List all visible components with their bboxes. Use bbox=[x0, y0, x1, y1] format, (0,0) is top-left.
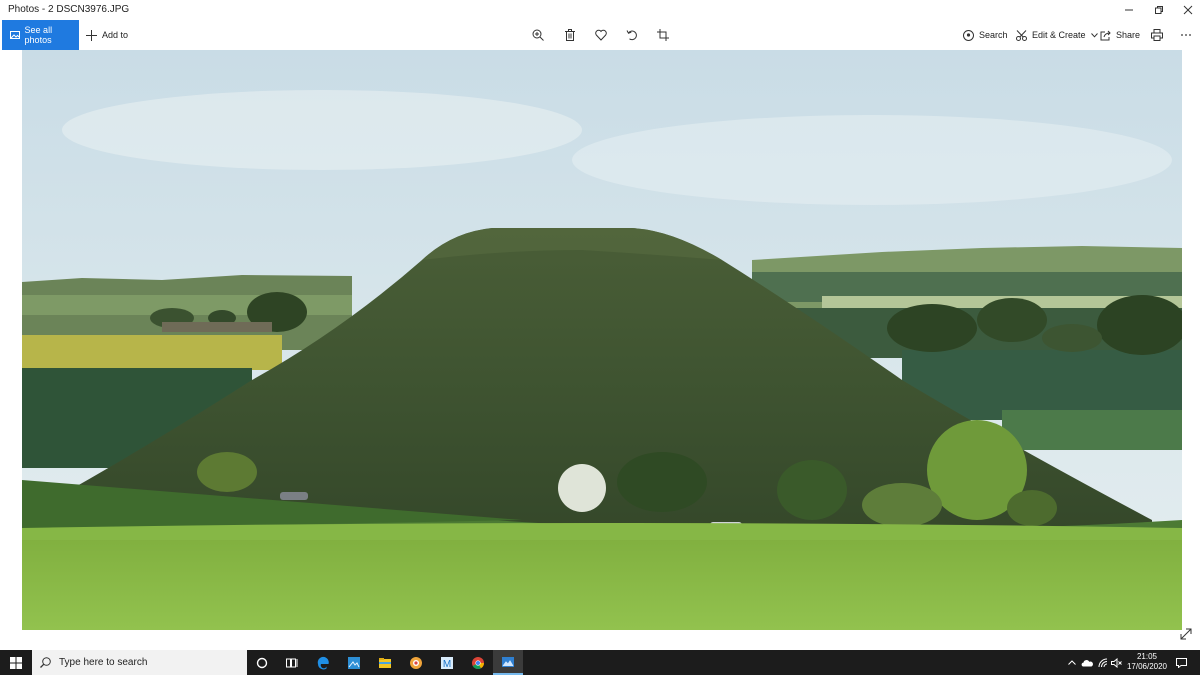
svg-text:M: M bbox=[443, 659, 451, 670]
photos-icon bbox=[10, 31, 20, 39]
mail-app[interactable]: M bbox=[432, 650, 462, 675]
restore-icon bbox=[1155, 6, 1163, 14]
search-placeholder: Type here to search bbox=[59, 657, 148, 668]
clock-time: 21:05 bbox=[1136, 652, 1158, 661]
title-bar: Photos - 2 DSCN3976.JPG bbox=[0, 0, 1200, 20]
cloud-icon bbox=[1081, 659, 1093, 666]
expand-icon bbox=[1180, 628, 1192, 640]
clock-date: 17/06/2020 bbox=[1126, 662, 1168, 671]
notification-icon bbox=[1175, 657, 1187, 668]
search-button[interactable]: Search bbox=[963, 20, 1008, 50]
taskbar-app[interactable] bbox=[401, 650, 431, 675]
start-button[interactable] bbox=[0, 650, 32, 675]
photos-viewer-icon bbox=[502, 656, 514, 667]
edit-create-label: Edit & Create bbox=[1032, 30, 1086, 40]
taskbar-search[interactable]: Type here to search bbox=[32, 650, 247, 675]
see-all-photos-button[interactable]: See all photos bbox=[2, 20, 79, 50]
delete-button[interactable] bbox=[562, 27, 578, 43]
chrome-icon bbox=[472, 656, 484, 669]
photos-app-icon bbox=[348, 656, 360, 669]
restore-button[interactable] bbox=[1144, 0, 1174, 20]
edge-app[interactable] bbox=[308, 650, 338, 675]
landscape-photo bbox=[22, 50, 1182, 630]
rotate-button[interactable] bbox=[624, 27, 640, 43]
search-icon bbox=[40, 657, 51, 668]
taskbar: Type here to search M 21:05 17/06/2020 bbox=[0, 650, 1200, 675]
favorite-button[interactable] bbox=[593, 27, 609, 43]
search-people-icon bbox=[963, 29, 974, 41]
crop-icon bbox=[657, 29, 669, 41]
file-explorer-app[interactable] bbox=[370, 650, 400, 675]
cortana-button[interactable] bbox=[247, 650, 277, 675]
more-dots-icon bbox=[1181, 34, 1191, 36]
crop-button[interactable] bbox=[655, 27, 671, 43]
wifi-icon bbox=[1098, 658, 1108, 667]
add-to-label: Add to bbox=[102, 30, 129, 40]
add-to-button[interactable]: Add to bbox=[86, 20, 128, 50]
minimize-icon bbox=[1125, 9, 1133, 11]
show-hidden-icons-button[interactable] bbox=[1066, 650, 1078, 675]
plus-icon bbox=[86, 29, 97, 41]
rotate-icon bbox=[626, 30, 637, 41]
onedrive-button[interactable] bbox=[1080, 650, 1094, 675]
photos-app[interactable] bbox=[339, 650, 369, 675]
search-label: Search bbox=[979, 30, 1008, 40]
photo-image[interactable] bbox=[22, 50, 1182, 630]
mail-icon: M bbox=[441, 656, 453, 670]
chevron-down-icon bbox=[1090, 32, 1098, 38]
task-view-icon bbox=[286, 658, 298, 667]
window-title: Photos - 2 DSCN3976.JPG bbox=[8, 4, 130, 15]
share-label: Share bbox=[1116, 30, 1141, 40]
zoom-icon bbox=[532, 29, 544, 41]
file-explorer-icon bbox=[379, 657, 391, 668]
edit-scissors-icon bbox=[1016, 29, 1027, 41]
photo-viewer bbox=[0, 50, 1200, 650]
app-icon bbox=[410, 656, 422, 669]
favorite-heart-icon bbox=[595, 29, 607, 41]
minimize-button[interactable] bbox=[1114, 0, 1144, 20]
chrome-app[interactable] bbox=[463, 650, 493, 675]
print-button[interactable] bbox=[1149, 27, 1165, 43]
edge-icon bbox=[317, 656, 329, 669]
close-icon bbox=[1183, 5, 1193, 15]
delete-icon bbox=[565, 29, 575, 41]
close-button[interactable] bbox=[1173, 0, 1200, 20]
cortana-icon bbox=[256, 657, 268, 668]
action-center-button[interactable] bbox=[1174, 650, 1188, 675]
full-screen-button[interactable] bbox=[1179, 627, 1193, 641]
photos-viewer-app[interactable] bbox=[493, 650, 523, 675]
share-button[interactable]: Share bbox=[1100, 20, 1140, 50]
more-options-button[interactable] bbox=[1178, 27, 1194, 43]
chevron-up-icon bbox=[1068, 660, 1076, 665]
command-bar: See all photos Add to Search Edit & Crea… bbox=[0, 20, 1200, 50]
edit-create-button[interactable]: Edit & Create bbox=[1016, 20, 1098, 50]
task-view-button[interactable] bbox=[277, 650, 307, 675]
volume-mute-icon bbox=[1111, 657, 1122, 668]
network-button[interactable] bbox=[1097, 650, 1109, 675]
windows-logo-icon bbox=[10, 656, 22, 669]
print-icon bbox=[1151, 29, 1163, 41]
taskbar-clock[interactable]: 21:05 17/06/2020 bbox=[1122, 652, 1172, 672]
share-icon bbox=[1100, 30, 1111, 40]
see-all-photos-label: See all photos bbox=[24, 25, 53, 45]
zoom-button[interactable] bbox=[530, 27, 546, 43]
